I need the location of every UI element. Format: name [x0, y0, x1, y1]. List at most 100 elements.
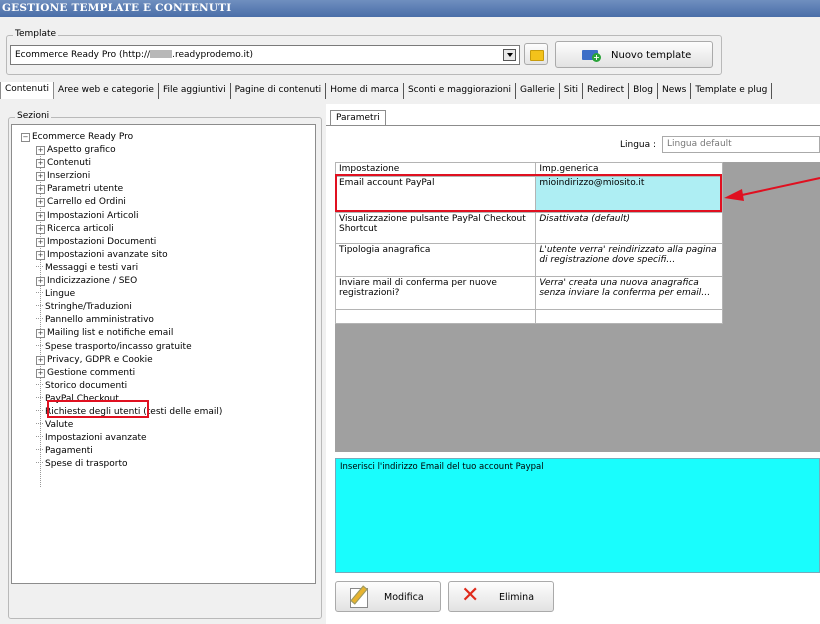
expand-icon[interactable]: +: [36, 355, 45, 365]
sidebar-item-lingue[interactable]: Lingue: [36, 288, 75, 301]
expand-icon[interactable]: +: [36, 250, 45, 260]
tab-news[interactable]: News: [658, 83, 692, 99]
sidebar-item-label: Impostazioni Articoli: [47, 210, 139, 221]
sections-tree[interactable]: − Ecommerce Ready Pro + Aspetto grafico + Co…: [11, 124, 316, 584]
tree-branch: [36, 462, 43, 464]
folder-icon: [530, 50, 544, 61]
setting-cell[interactable]: Visualizzazione pulsante PayPal Checkout…: [334, 212, 537, 244]
sidebar-item-stringhe-traduzioni[interactable]: Stringhe/Traduzioni: [36, 301, 132, 314]
expand-icon[interactable]: +: [36, 198, 45, 208]
template-url-suffix: .readyprodemo.it): [172, 50, 254, 60]
language-select[interactable]: Lingua default: [662, 136, 820, 153]
tab-file-aggiuntivi[interactable]: File aggiuntivi: [159, 83, 231, 99]
delete-button[interactable]: ✕ Elimina: [448, 581, 554, 612]
sidebar-item-storico-documenti[interactable]: Storico documenti: [36, 380, 127, 393]
sidebar-item-label: Stringhe/Traduzioni: [45, 302, 132, 313]
delete-icon: ✕: [461, 583, 480, 608]
expand-icon[interactable]: +: [36, 211, 45, 221]
setting-cell[interactable]: Inviare mail di conferma per nuove regis…: [334, 276, 537, 310]
sidebar-item-impostazioni-articoli[interactable]: + Impostazioni Articoli: [36, 210, 139, 223]
value-cell[interactable]: Disattivata (default): [535, 212, 723, 244]
sidebar-item-label: Parametri utente: [47, 184, 124, 195]
sidebar-item-label: Pannello amministrativo: [45, 315, 154, 326]
tab-divider: [326, 125, 820, 126]
tab-parametri[interactable]: Parametri: [330, 110, 386, 126]
edit-button[interactable]: Modifica: [335, 581, 441, 612]
expand-icon[interactable]: +: [36, 172, 45, 182]
template-select[interactable]: Ecommerce Ready Pro (http:// .readyprodem…: [10, 45, 520, 65]
tree-branch: [36, 344, 43, 346]
new-template-button[interactable]: + Nuovo template: [555, 41, 713, 68]
main-tabs: Contenuti Aree web e categorie File aggiun…: [0, 82, 820, 99]
expand-icon[interactable]: +: [36, 159, 45, 169]
sidebar-item-impostazioni-avanzate-sito[interactable]: + Impostazioni avanzate sito: [36, 249, 168, 262]
value-cell[interactable]: [535, 309, 723, 324]
table-row[interactable]: Visualizzazione pulsante PayPal Checkout…: [334, 212, 723, 244]
sidebar-item-label: Valute: [45, 420, 74, 431]
sidebar-item-parametri-utente[interactable]: + Parametri utente: [36, 183, 123, 196]
expand-icon[interactable]: +: [36, 329, 45, 339]
description-box: Inserisci l'indirizzo Email del tuo acco…: [335, 458, 820, 573]
sidebar-item-gestione-commenti[interactable]: + Gestione commenti: [36, 367, 135, 380]
value-cell[interactable]: Verra' creata una nuova anagrafica senza…: [535, 276, 723, 310]
sidebar-item-label: Impostazioni avanzate: [45, 433, 147, 444]
tab-sconti[interactable]: Sconti e maggiorazioni: [404, 83, 516, 99]
expand-icon[interactable]: +: [36, 368, 45, 378]
language-label: Lingua :: [620, 140, 657, 150]
template-select-value: Ecommerce Ready Pro (http:// .readyprodem…: [15, 50, 253, 60]
sidebar-item-spese-trasporto-incasso-gratuite[interactable]: Spese trasporto/incasso gratuite: [36, 341, 192, 354]
tree-root-label: Ecommerce Ready Pro: [32, 132, 134, 142]
table-row[interactable]: Inviare mail di conferma per nuove regis…: [334, 276, 723, 310]
sidebar-item-inserzioni[interactable]: + Inserzioni: [36, 170, 90, 183]
template-url-prefix: Ecommerce Ready Pro (http://: [15, 50, 151, 60]
expand-icon[interactable]: +: [36, 224, 45, 234]
sidebar-item-impostazioni-documenti[interactable]: + Impostazioni Documenti: [36, 236, 156, 249]
sidebar-item-pannello-amministrativo[interactable]: Pannello amministrativo: [36, 314, 154, 327]
sidebar-item-privacy-gdpr-e-cookie[interactable]: + Privacy, GDPR e Cookie: [36, 354, 153, 367]
open-folder-button[interactable]: [524, 43, 548, 65]
sidebar-item-mailing-list-e-notifiche-email[interactable]: + Mailing list e notifiche email: [36, 327, 173, 340]
tab-blog[interactable]: Blog: [629, 83, 659, 99]
table-row[interactable]: Tipologia anagrafica L'utente verra' rei…: [334, 243, 723, 277]
tree-branch: [36, 436, 43, 438]
sidebar-item-contenuti[interactable]: + Contenuti: [36, 157, 91, 170]
tree-branch: [36, 383, 43, 385]
expand-icon[interactable]: +: [36, 146, 45, 155]
tree-branch: [36, 396, 43, 398]
highlight-paypal-checkout: [47, 400, 149, 418]
sidebar-item-messaggi-e-testi-vari[interactable]: Messaggi e testi vari: [36, 262, 138, 275]
window-title: GESTIONE TEMPLATE E CONTENUTI: [0, 0, 820, 17]
value-cell[interactable]: L'utente verra' reindirizzato alla pagin…: [535, 243, 723, 277]
sidebar-item-impostazioni-avanzate[interactable]: Impostazioni avanzate: [36, 432, 147, 445]
sidebar-item-label: Impostazioni avanzate sito: [47, 249, 168, 260]
sidebar-item-label: Lingue: [45, 289, 76, 300]
sidebar-item-label: Gestione commenti: [47, 367, 136, 378]
tree-root[interactable]: − Ecommerce Ready Pro: [21, 131, 133, 144]
setting-cell[interactable]: Tipologia anagrafica: [334, 243, 537, 277]
tab-template-plugin[interactable]: Template e plug: [691, 83, 773, 99]
table-row[interactable]: [334, 309, 723, 324]
tab-aree-web[interactable]: Aree web e categorie: [54, 83, 159, 99]
sidebar-item-pagamenti[interactable]: Pagamenti: [36, 445, 93, 458]
tab-gallerie[interactable]: Gallerie: [516, 83, 560, 99]
sidebar-item-spese-di-trasporto[interactable]: Spese di trasporto: [36, 458, 128, 471]
sidebar-item-indicizzazione-seo[interactable]: + Indicizzazione / SEO: [36, 275, 137, 288]
expand-icon[interactable]: +: [36, 237, 45, 247]
tab-redirect[interactable]: Redirect: [583, 83, 630, 99]
sidebar-item-valute[interactable]: Valute: [36, 419, 73, 432]
sections-group: Sezioni − Ecommerce Ready Pro + Aspetto gr…: [8, 111, 322, 619]
sidebar-item-carrello-ed-ordini[interactable]: + Carrello ed Ordini: [36, 196, 126, 209]
sidebar-item-label: Mailing list e notifiche email: [47, 328, 174, 339]
expand-icon[interactable]: +: [36, 185, 45, 195]
expand-icon[interactable]: +: [36, 277, 45, 286]
tab-home-marca[interactable]: Home di marca: [326, 83, 404, 99]
tab-contenuti[interactable]: Contenuti: [0, 82, 54, 99]
sidebar-item-label: Inserzioni: [47, 171, 91, 182]
sidebar-item-ricerca-articoli[interactable]: + Ricerca articoli: [36, 223, 114, 236]
tree-branch: [36, 423, 43, 425]
chevron-down-icon[interactable]: [503, 49, 516, 61]
setting-cell[interactable]: [334, 309, 537, 324]
sidebar-item-aspetto-grafico[interactable]: + Aspetto grafico: [36, 144, 116, 157]
tab-siti[interactable]: Siti: [560, 83, 583, 99]
tab-pagine-contenuti[interactable]: Pagine di contenuti: [231, 83, 327, 99]
